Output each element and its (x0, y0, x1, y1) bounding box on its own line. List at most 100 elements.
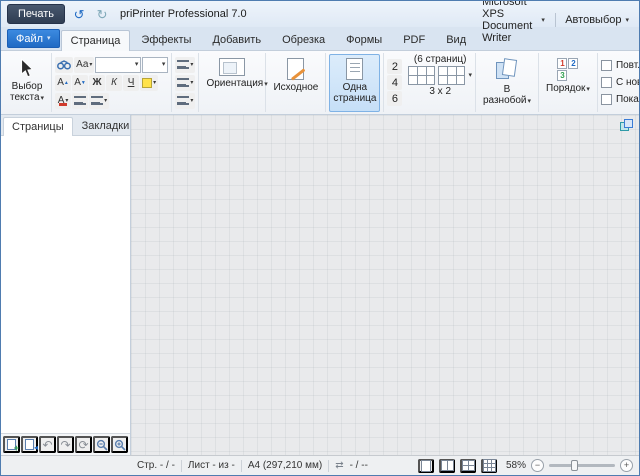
tab-effects[interactable]: Эффекты (131, 29, 201, 50)
chevron-down-icon: ▾ (47, 35, 51, 42)
preview-corner-icon[interactable] (620, 119, 634, 133)
zoom-out-button[interactable]: − (531, 459, 544, 472)
page-plus-icon (7, 439, 19, 453)
magnifier-minus-icon (96, 439, 108, 451)
divider (328, 459, 330, 472)
chevron-down-icon: ▾ (586, 85, 590, 93)
repeat-checkbox[interactable] (600, 60, 612, 71)
ribbon-tab-bar: Файл ▾ Страница Эффекты Добавить Обрезка… (1, 1, 639, 51)
status-page-info: Стр. - / - (137, 460, 175, 471)
chevron-down-icon: ▾ (104, 97, 108, 104)
status-paper-info[interactable]: A4 (297,210 мм) (248, 460, 322, 471)
cursor-arrow-icon (21, 57, 34, 77)
order-digit: 1 (557, 57, 568, 69)
pages-thumbnail-panel[interactable] (1, 136, 130, 433)
font-case-button[interactable]: Аа ▾ (74, 56, 95, 73)
view-single-page-button[interactable] (418, 458, 434, 473)
tab-crop[interactable]: Обрезка (272, 29, 335, 50)
sidebar-tab-bookmarks[interactable]: Закладки (73, 116, 139, 135)
page-order-button[interactable]: 1 2 3 Порядок▾ (542, 54, 594, 112)
pages-4-button[interactable]: 4 (387, 75, 403, 90)
chevron-down-icon: ▾ (134, 61, 139, 68)
quick-redo-icon[interactable]: ↻ (93, 5, 111, 23)
pages-2-button[interactable]: 2 (387, 59, 403, 74)
tab-page[interactable]: Страница (60, 30, 131, 51)
order-digit: 2 (568, 57, 579, 69)
single-page-icon (346, 57, 364, 80)
pages-layout-header: (6 страниц) (413, 54, 467, 65)
ribbon-group-orientation: Ориентация▾ (199, 53, 268, 112)
font-color-button[interactable]: А ▾ (55, 92, 72, 109)
chevron-down-icon: ▾ (161, 61, 166, 68)
order-digit: 3 (557, 69, 568, 81)
repeat-checkbox-label: Повт... (615, 60, 640, 71)
zoom-slider-thumb[interactable] (571, 460, 578, 471)
text-select-button[interactable]: Выбор текста▾ (6, 54, 48, 112)
chevron-down-icon: ▾ (65, 97, 69, 104)
ribbon-group-alignment: ▾ ▾ ▾ (172, 53, 200, 112)
shrink-font-button[interactable]: А (72, 74, 89, 91)
paper-auto-select-dropdown[interactable]: Автовыбор ▾ (559, 11, 635, 29)
italic-button[interactable]: К (106, 74, 123, 91)
align-option-1-button[interactable]: ▾ (175, 56, 196, 73)
align-lines-icon (177, 60, 190, 69)
four-page-view-icon (461, 460, 475, 471)
orientation-label: Ориентация (206, 77, 264, 89)
show-checkbox[interactable] (600, 94, 612, 105)
print-button[interactable]: Печать (7, 4, 66, 24)
pages-6-button[interactable]: 6 (387, 91, 403, 106)
refresh-icon: ⟳ (78, 437, 89, 452)
original-layout-button[interactable]: Исходное (269, 54, 322, 112)
insert-page-button[interactable] (21, 436, 38, 453)
undo-button[interactable]: ↶ (39, 436, 56, 453)
print-preview-canvas[interactable] (131, 115, 639, 455)
find-button[interactable] (55, 56, 74, 73)
redo-button[interactable]: ↷ (57, 436, 74, 453)
tab-pdf[interactable]: PDF (393, 29, 435, 50)
quick-undo-icon[interactable]: ↺ (70, 5, 88, 23)
one-page-button[interactable]: Одна страница (329, 53, 381, 112)
layout-grid-3x2-icon[interactable] (408, 66, 436, 85)
add-page-button[interactable] (3, 436, 20, 453)
tab-insert[interactable]: Добавить (202, 29, 271, 50)
view-grid-4-button[interactable] (460, 458, 476, 473)
highlighter-icon (142, 77, 153, 88)
font-name-combo[interactable]: ▾ (95, 56, 142, 73)
highlight-button[interactable]: ▾ (140, 74, 159, 91)
refresh-button[interactable]: ⟳ (75, 436, 92, 453)
chevron-down-icon[interactable]: ▾ (468, 72, 472, 79)
file-menu-button[interactable]: Файл ▾ (7, 29, 60, 48)
binoculars-icon (57, 59, 72, 70)
shuffled-pages-icon (495, 57, 519, 82)
layout-grid-3x2-alt-icon[interactable] (438, 66, 466, 85)
sidebar-tab-pages[interactable]: Страницы (3, 117, 73, 136)
shuffle-pages-button[interactable]: В разнобой▾ (479, 54, 535, 112)
paragraph-style-button[interactable] (72, 92, 89, 109)
grow-font-button[interactable]: А (55, 74, 72, 91)
pages-layout-footer: 3 х 2 (429, 86, 452, 97)
magnifier-plus-icon (114, 439, 126, 451)
zoom-out-thumbnails-button[interactable] (93, 436, 110, 453)
printer-select-dropdown[interactable]: Microsoft XPS Document Writer ▾ (476, 1, 551, 47)
orientation-button[interactable]: Ориентация▾ (202, 54, 268, 112)
zoom-in-button[interactable]: + (620, 459, 633, 472)
underline-button[interactable]: Ч (123, 74, 140, 91)
zoom-in-thumbnails-button[interactable] (111, 436, 128, 453)
bold-button[interactable]: Ж (89, 74, 106, 91)
align-option-3-button[interactable]: ▾ (175, 92, 196, 109)
paper-auto-select-label: Автовыбор (565, 14, 622, 26)
text-effects-button[interactable]: ▾ (89, 92, 110, 109)
tab-forms[interactable]: Формы (336, 29, 392, 50)
tab-view[interactable]: Вид (436, 29, 476, 50)
font-size-combo[interactable]: ▾ (142, 56, 169, 73)
original-label: Исходное (273, 81, 319, 93)
zoom-slider[interactable] (549, 460, 615, 471)
view-grid-9-button[interactable] (481, 458, 497, 473)
sidebar-toolbar: ↶ ↷ ⟳ (1, 433, 130, 455)
chevron-down-icon: ▾ (190, 61, 194, 68)
align-option-2-button[interactable]: ▾ (175, 74, 196, 91)
main-body: Страницы Закладки ↶ ↷ ⟳ (1, 115, 639, 455)
view-two-pages-button[interactable] (439, 458, 455, 473)
ribbon-group-font: Аа ▾ ▾ ▾ А А Ж К Ч (52, 53, 173, 112)
new-sheet-checkbox[interactable] (600, 77, 612, 88)
